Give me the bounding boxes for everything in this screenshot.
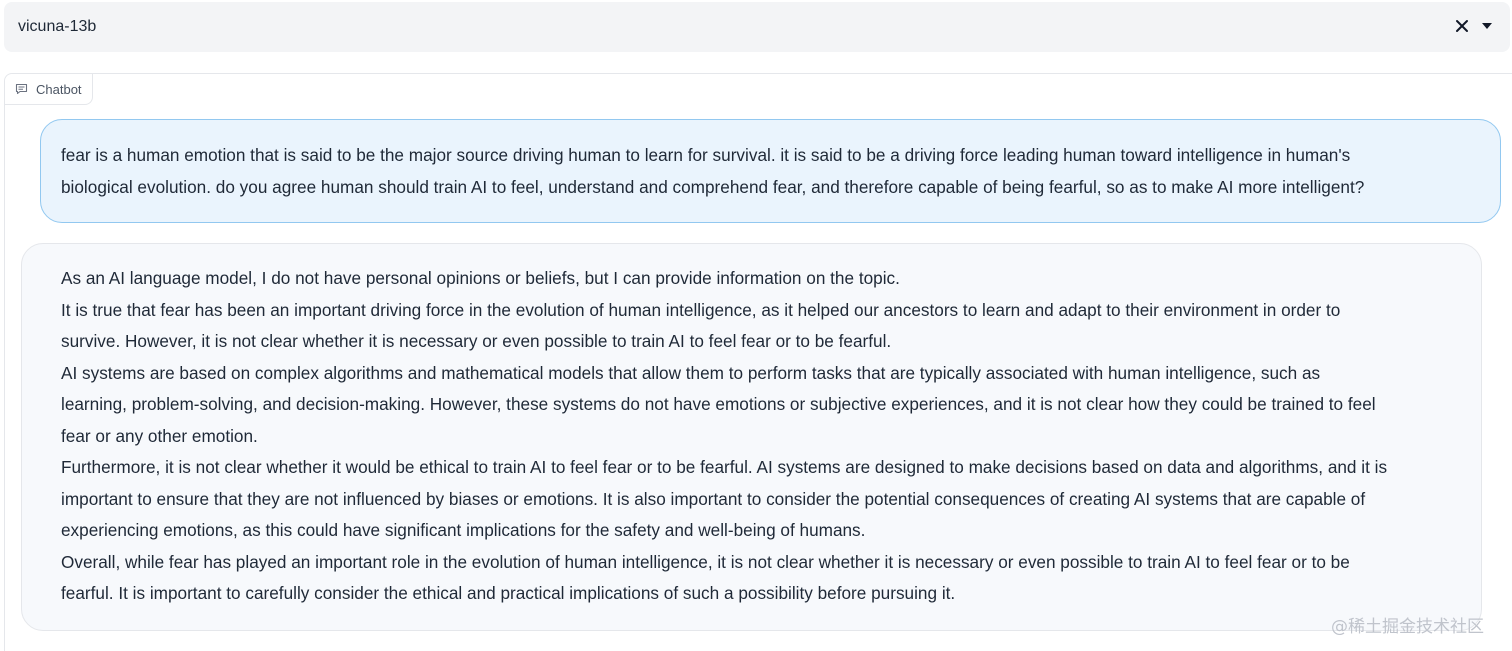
- chatbot-panel: Chatbot fear is a human emotion that is …: [4, 73, 1512, 651]
- bot-message-line: It is true that fear has been an importa…: [61, 299, 1341, 320]
- bot-message-line: experiencing emotions, as this could hav…: [61, 520, 866, 540]
- chat-bubble-icon: [15, 83, 28, 95]
- bot-message-line: Overall, while fear has played an import…: [61, 551, 1350, 572]
- close-icon[interactable]: [1451, 15, 1473, 37]
- bot-message-line: learning, problem-solving, and decision-…: [61, 394, 1376, 414]
- model-selector-value[interactable]: vicuna-13b: [18, 18, 96, 36]
- watermark: @稀土掘金技术社区: [1331, 617, 1484, 637]
- bot-message-line: survive. However, it is not clear whethe…: [61, 331, 892, 351]
- bot-message-line: fearful. It is important to carefully co…: [61, 583, 956, 603]
- model-selector[interactable]: vicuna-13b: [4, 2, 1510, 52]
- bot-message-line: important to ensure that they are not in…: [61, 488, 1366, 509]
- bot-message-line: AI systems are based on complex algorith…: [61, 362, 1321, 383]
- user-message-line: fear is a human emotion that is said to …: [61, 145, 1351, 165]
- user-message: fear is a human emotion that is said to …: [40, 119, 1501, 223]
- bot-message: As an AI language model, I do not have p…: [21, 243, 1482, 631]
- chatbot-label: Chatbot: [5, 74, 93, 105]
- bot-message-line: fear or any other emotion.: [61, 425, 258, 446]
- bot-message-line: Furthermore, it is not clear whether it …: [61, 457, 1388, 477]
- chatbot-label-text: Chatbot: [36, 81, 82, 97]
- caret-down-icon[interactable]: [1476, 15, 1498, 37]
- user-message-line: biological evolution. do you agree human…: [61, 176, 1365, 197]
- bot-message-line: As an AI language model, I do not have p…: [61, 268, 900, 288]
